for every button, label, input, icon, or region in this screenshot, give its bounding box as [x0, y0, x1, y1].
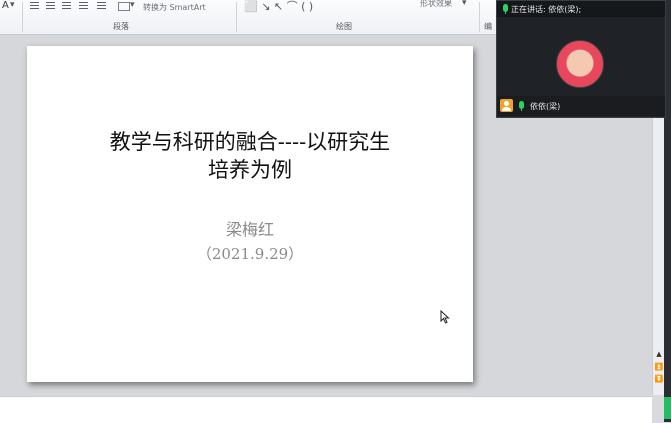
meeting-video-panel[interactable]: 正在讲话: 依依(梁); 依依(梁) — [496, 0, 666, 118]
next-slide-icon[interactable]: ⏬ — [654, 375, 664, 384]
microphone-icon[interactable] — [519, 101, 524, 111]
microphone-icon — [503, 4, 508, 14]
slide-canvas[interactable]: 教学与科研的融合----以研究生 培养为例 梁梅红 （2021.9.29） — [27, 46, 473, 382]
slide-author[interactable]: 梁梅红 — [27, 216, 473, 240]
chevron-down-icon[interactable]: ▾ — [462, 0, 467, 8]
chevron-down-icon[interactable]: ▾ — [10, 0, 15, 10]
slide-title[interactable]: 教学与科研的融合----以研究生 培养为例 — [27, 128, 473, 184]
slide-title-line1: 教学与科研的融合----以研究生 — [109, 130, 391, 154]
ribbon-divider — [236, 2, 237, 32]
chevron-down-icon[interactable]: ▾ — [130, 0, 135, 10]
user-icon — [500, 99, 513, 112]
notes-pane[interactable] — [0, 396, 652, 423]
slide-date[interactable]: （2021.9.29） — [27, 243, 473, 264]
speaker-header: 正在讲话: 依依(梁); — [497, 1, 665, 17]
scroll-up-icon[interactable]: ▲ — [654, 350, 664, 359]
mouse-pointer-icon — [440, 310, 450, 324]
participant-bar: 依依(梁) — [497, 96, 665, 116]
justify-button[interactable] — [79, 2, 88, 10]
ribbon-divider — [22, 2, 23, 32]
status-indicator — [664, 397, 671, 419]
columns-icon[interactable] — [118, 2, 130, 11]
font-color-button[interactable]: A — [2, 0, 9, 11]
group-label-drawing: 绘图 — [336, 22, 352, 31]
align-center-button[interactable] — [46, 2, 55, 10]
participant-name: 依依(梁) — [530, 102, 561, 111]
shape-effects-button[interactable]: 形状效果 — [420, 0, 452, 9]
ribbon-divider — [479, 2, 480, 32]
smartart-convert-button[interactable]: 转换为 SmartArt — [143, 2, 206, 13]
speaking-indicator: 正在讲话: 依依(梁); — [511, 5, 582, 14]
group-label-paragraph: 段落 — [113, 22, 129, 31]
distribute-button[interactable] — [97, 2, 106, 10]
previous-slide-icon[interactable]: ⏫ — [654, 363, 664, 372]
group-label-edit: 编 — [484, 22, 492, 31]
avatar — [556, 40, 604, 88]
align-left-button[interactable] — [30, 2, 39, 10]
shape-gallery-icon[interactable]: ⬜ ↘ ↖ ⌒ ( ) — [244, 0, 313, 14]
slide-title-line2: 培养为例 — [208, 158, 292, 182]
align-right-button[interactable] — [62, 2, 71, 10]
